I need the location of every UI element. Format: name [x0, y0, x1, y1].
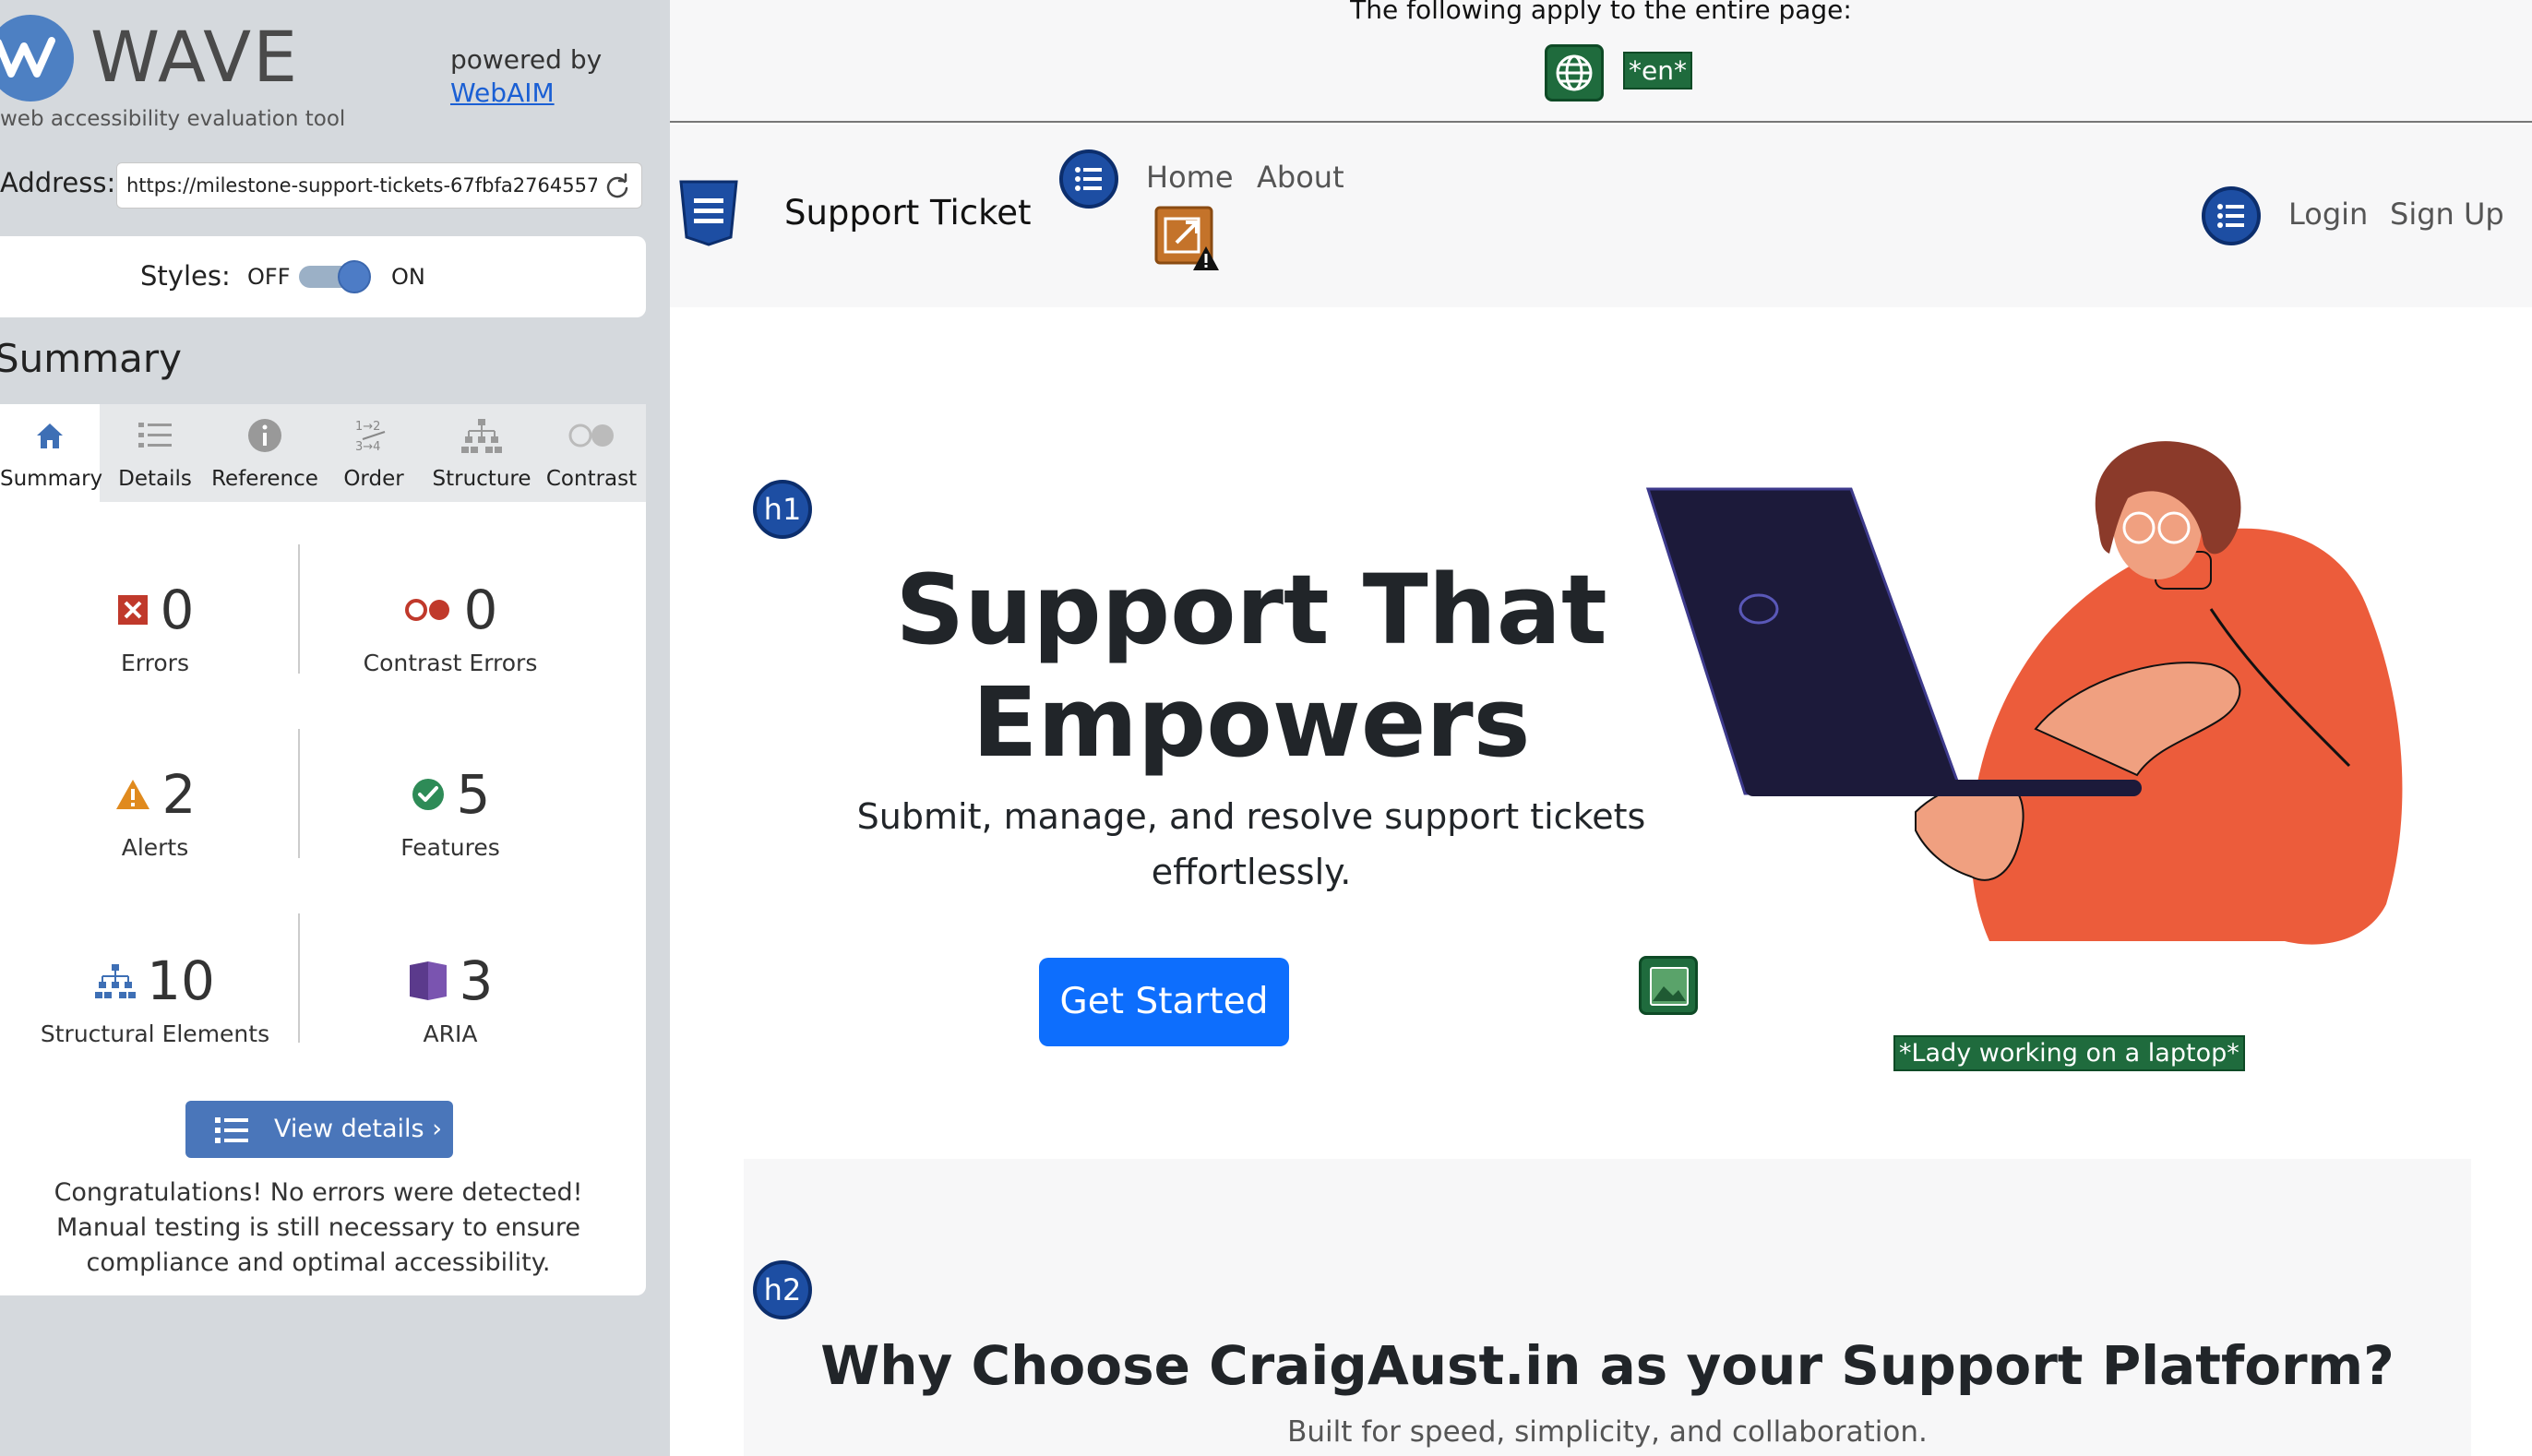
structural-elements-icon: [95, 964, 137, 998]
brand-name[interactable]: Support Ticket: [784, 193, 1032, 233]
address-value[interactable]: https://milestone-support-tickets-67fbfa…: [126, 174, 597, 197]
tab-structure[interactable]: Structure: [424, 404, 539, 502]
lady-laptop-illustration: [1645, 441, 2403, 945]
site-navbar: Support Ticket Home About Login Sign Up: [670, 125, 2532, 307]
alert-icon: [115, 780, 149, 809]
aria-count: 3: [459, 949, 494, 1012]
language-tag: *en*: [1623, 52, 1692, 90]
nav-about-link[interactable]: About: [1257, 160, 1344, 195]
hero-title: Support That Empowers: [895, 554, 1607, 779]
stat-features[interactable]: 5 Features: [312, 762, 589, 891]
info-icon: [207, 417, 323, 454]
h2-badge-icon[interactable]: h2: [753, 1260, 812, 1319]
nav-home-link[interactable]: Home: [1146, 160, 1234, 195]
tab-label: Contrast: [545, 467, 638, 491]
tab-contrast[interactable]: Contrast: [541, 404, 642, 502]
order-icon: 1→2 3→4: [328, 417, 419, 454]
stat-structural[interactable]: 10 Structural Elements: [17, 949, 293, 1078]
features-section: [744, 1159, 2471, 1456]
divider: [298, 913, 300, 1043]
language-globe-icon[interactable]: [1545, 44, 1604, 101]
tab-details[interactable]: Details: [105, 404, 205, 502]
tab-label: Reference: [211, 467, 318, 491]
image-alt-text: *Lady working on a laptop*: [1893, 1035, 2245, 1071]
wave-sidebar: WAVE web accessibility evaluation tool p…: [0, 0, 670, 1456]
contrast-icon: [541, 417, 642, 454]
tab-reference[interactable]: Reference: [207, 404, 323, 502]
nav-list-icon[interactable]: [2202, 186, 2261, 245]
aria-icon: [409, 961, 447, 1000]
address-field[interactable]: https://milestone-support-tickets-67fbfa…: [116, 162, 642, 209]
main-page: The following apply to the entire page: …: [670, 0, 2532, 1456]
get-started-button[interactable]: Get Started: [1039, 958, 1289, 1046]
reload-icon[interactable]: [604, 173, 630, 199]
styles-off-label: OFF: [247, 264, 291, 290]
summary-heading: Summary: [0, 336, 182, 381]
redundant-link-alert-icon[interactable]: [1154, 206, 1221, 272]
structural-label: Structural Elements: [40, 1020, 270, 1047]
view-details-label: View details ›: [274, 1115, 442, 1143]
svg-text:1→2: 1→2: [355, 420, 380, 434]
tab-summary[interactable]: Summary: [0, 404, 103, 502]
nav-signup-link[interactable]: Sign Up: [2390, 197, 2504, 232]
list-icon: [215, 1117, 248, 1143]
h1-badge-icon[interactable]: h1: [753, 480, 812, 539]
nav-login-link[interactable]: Login: [2288, 197, 2368, 232]
errors-label: Errors: [121, 650, 189, 676]
structural-count: 10: [147, 949, 215, 1012]
nav-list-icon[interactable]: [1059, 149, 1118, 209]
alerts-count: 2: [161, 763, 197, 826]
home-icon: [0, 417, 100, 454]
features-label: Features: [400, 834, 500, 861]
list-icon: [105, 417, 205, 454]
tab-label: Structure: [432, 467, 531, 491]
tab-label: Details: [118, 467, 192, 491]
styles-panel: Styles: OFF ON: [0, 236, 646, 317]
styles-toggle[interactable]: [299, 260, 373, 293]
feature-check-icon: [412, 779, 444, 810]
toggle-knob[interactable]: [338, 260, 371, 293]
wave-tabs: Summary Details Reference 1→2 3→4 Order …: [0, 404, 646, 502]
alerts-label: Alerts: [121, 834, 189, 861]
contrast-error-icon: [404, 599, 449, 621]
divider: [298, 544, 300, 674]
tab-label: Order: [343, 467, 404, 491]
address-label: Address:: [0, 167, 116, 198]
summary-panel: 0 Errors 0 Contrast Errors 2 Alerts 5 Fe…: [0, 502, 646, 1295]
errors-count: 0: [160, 579, 195, 641]
hero-subtitle: Submit, manage, and resolve support tick…: [856, 796, 1646, 892]
contrast-errors-count: 0: [463, 579, 498, 641]
wave-tagline: web accessibility evaluation tool: [0, 107, 346, 131]
view-details-button[interactable]: View details ›: [185, 1101, 453, 1158]
features-count: 5: [456, 763, 491, 826]
wave-header: WAVE web accessibility evaluation tool p…: [0, 0, 670, 148]
tab-order[interactable]: 1→2 3→4 Order: [328, 404, 419, 502]
divider: [298, 729, 300, 858]
powered-by-label: powered by: [450, 44, 603, 75]
stat-alerts[interactable]: 2 Alerts: [17, 762, 293, 891]
brand-logo-icon[interactable]: [679, 180, 738, 246]
features-subtitle: Built for speed, simplicity, and collabo…: [1287, 1415, 1928, 1449]
stat-aria[interactable]: 3 ARIA: [312, 949, 589, 1078]
svg-text:3→4: 3→4: [355, 440, 380, 454]
stat-errors[interactable]: 0 Errors: [17, 578, 293, 707]
aria-label: ARIA: [423, 1020, 478, 1047]
page-banner: The following apply to the entire page: …: [670, 0, 2532, 123]
webaim-link[interactable]: WebAIM: [450, 78, 555, 108]
stat-contrast-errors[interactable]: 0 Contrast Errors: [312, 578, 589, 707]
tab-label: Summary: [0, 467, 103, 491]
wave-logo-icon: [0, 15, 74, 101]
structure-icon: [424, 417, 539, 454]
error-icon: [117, 595, 148, 625]
features-title: Why Choose CraigAust.in as your Support …: [820, 1334, 2395, 1397]
banner-text: The following apply to the entire page:: [1350, 0, 1852, 25]
image-alt-icon[interactable]: [1639, 956, 1698, 1015]
contrast-errors-label: Contrast Errors: [363, 650, 538, 676]
styles-label: Styles:: [140, 260, 231, 292]
congrats-message: Congratulations! No errors were detected…: [54, 1178, 583, 1277]
wave-title: WAVE: [90, 16, 300, 98]
styles-on-label: ON: [391, 264, 425, 290]
